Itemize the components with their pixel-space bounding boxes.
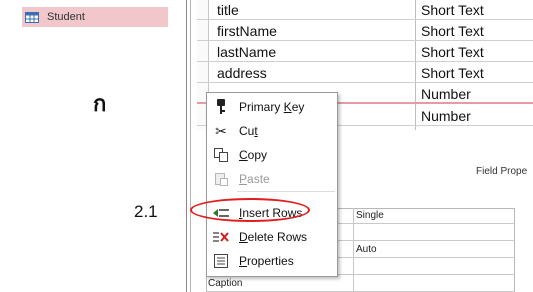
nav-item-label: Student bbox=[47, 11, 85, 23]
menu-item-properties[interactable]: Properties bbox=[207, 249, 337, 273]
field-row[interactable]: address Short Text bbox=[197, 63, 533, 83]
menu-item-label: Primary Key bbox=[239, 100, 305, 114]
field-row[interactable]: firstName Short Text bbox=[197, 21, 533, 41]
data-type-cell[interactable]: Short Text bbox=[421, 23, 484, 39]
field-row[interactable]: title Short Text bbox=[197, 0, 533, 20]
context-menu: Primary Key ✂ Cut Copy Paste Insert Rows… bbox=[206, 92, 338, 277]
pane-divider bbox=[186, 0, 187, 292]
annotation-ellipse bbox=[190, 198, 310, 222]
menu-item-paste[interactable]: Paste bbox=[207, 167, 337, 191]
field-name-cell[interactable]: lastName bbox=[217, 44, 276, 60]
menu-separator bbox=[237, 191, 335, 192]
nav-item-student[interactable]: Student bbox=[22, 7, 168, 27]
field-row[interactable]: lastName Short Text bbox=[197, 42, 533, 62]
menu-item-label: Paste bbox=[239, 172, 270, 186]
menu-item-primary-key[interactable]: Primary Key bbox=[207, 95, 337, 119]
key-icon bbox=[213, 99, 229, 115]
property-row[interactable]: Caption bbox=[206, 276, 515, 292]
properties-icon bbox=[213, 253, 229, 269]
data-type-cell[interactable]: Number bbox=[421, 108, 471, 124]
menu-item-label: Properties bbox=[239, 254, 294, 268]
property-value[interactable]: Single bbox=[356, 210, 384, 221]
paste-icon bbox=[213, 171, 229, 187]
data-type-cell[interactable]: Short Text bbox=[421, 44, 484, 60]
data-type-cell[interactable]: Short Text bbox=[421, 2, 484, 18]
menu-item-cut[interactable]: ✂ Cut bbox=[207, 119, 337, 143]
menu-item-copy[interactable]: Copy bbox=[207, 143, 337, 167]
scissors-icon: ✂ bbox=[215, 122, 227, 139]
menu-item-delete-rows[interactable]: Delete Rows bbox=[207, 225, 337, 249]
delete-rows-icon bbox=[213, 229, 229, 245]
field-name-cell[interactable]: address bbox=[217, 65, 267, 81]
property-value[interactable]: Auto bbox=[356, 244, 377, 255]
data-type-cell[interactable]: Number bbox=[421, 86, 471, 102]
field-name-cell[interactable]: title bbox=[217, 2, 239, 18]
table-icon bbox=[25, 11, 39, 23]
menu-item-label: Delete Rows bbox=[239, 230, 308, 244]
thai-text-fragment: ก bbox=[93, 92, 107, 117]
copy-icon bbox=[213, 147, 229, 163]
step-label: 2.1 bbox=[134, 202, 158, 221]
menu-item-label: Copy bbox=[239, 148, 268, 162]
data-type-cell[interactable]: Short Text bbox=[421, 65, 484, 81]
pane-divider bbox=[190, 0, 191, 292]
field-properties-label: Field Prope bbox=[476, 166, 528, 177]
menu-item-label: Cut bbox=[239, 124, 258, 138]
property-name: Caption bbox=[208, 278, 243, 289]
field-name-cell[interactable]: firstName bbox=[217, 23, 277, 39]
